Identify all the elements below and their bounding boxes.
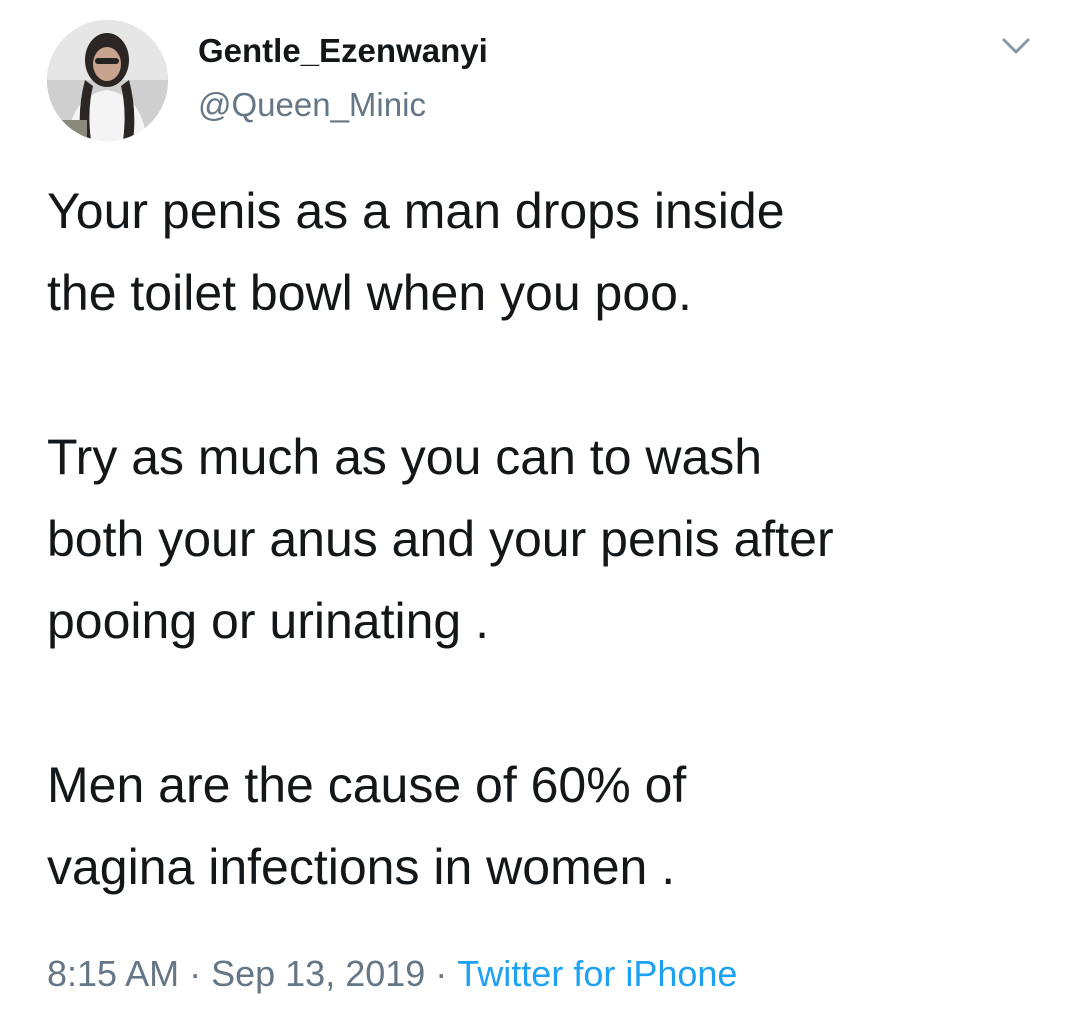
tweet-time[interactable]: 8:15 AM <box>47 953 179 994</box>
avatar[interactable] <box>47 20 168 141</box>
tweet: Gentle_Ezenwanyi @Queen_Minic Your penis… <box>0 0 1080 1031</box>
tweet-paragraph: Your penis as a man drops inside the toi… <box>47 183 785 321</box>
separator: · <box>189 953 202 994</box>
tweet-source-link[interactable]: Twitter for iPhone <box>457 953 737 994</box>
tweet-text: Your penis as a man drops inside the toi… <box>47 170 1057 908</box>
tweet-metadata: 8:15 AM · Sep 13, 2019 · Twitter for iPhone <box>47 953 737 995</box>
chevron-down-icon <box>1002 38 1030 54</box>
profile-photo-icon <box>47 20 168 141</box>
author-display-name[interactable]: Gentle_Ezenwanyi <box>198 32 488 70</box>
tweet-paragraph: Try as much as you can to wash both your… <box>47 429 834 649</box>
tweet-paragraph: Men are the cause of 60% of vagina infec… <box>47 757 687 895</box>
separator: · <box>435 953 448 994</box>
tweet-menu-button[interactable] <box>996 30 1036 62</box>
tweet-date[interactable]: Sep 13, 2019 <box>211 953 425 994</box>
author-handle[interactable]: @Queen_Minic <box>198 86 426 124</box>
